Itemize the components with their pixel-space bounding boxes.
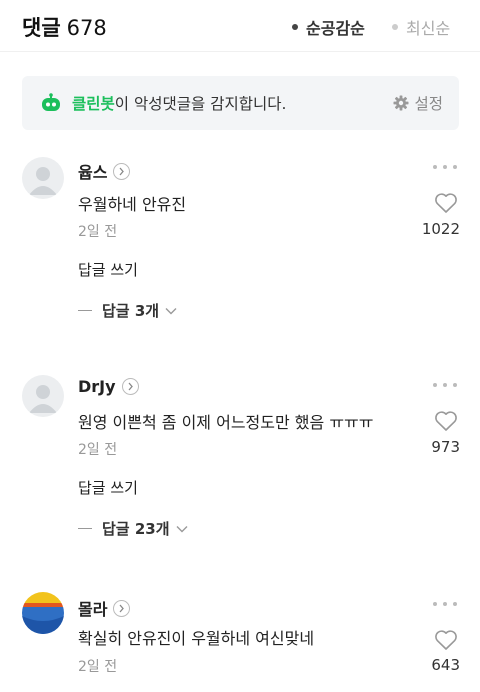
sort-by-likes-label: 순공감순 bbox=[306, 19, 365, 38]
comment-text: 확실히 안유진이 우월하네 여신맞네 bbox=[78, 629, 315, 648]
comment-item: 윱스 우월하네 안유진 2일 전 1022 답글 쓰기 답글 3개 bbox=[0, 155, 480, 335]
divider-dash bbox=[78, 310, 92, 311]
like-count: 973 bbox=[431, 438, 460, 456]
nickname[interactable]: DrJy bbox=[78, 377, 116, 396]
view-replies-button[interactable]: 답글 3개 bbox=[78, 300, 177, 321]
heart-icon[interactable] bbox=[434, 192, 458, 214]
chevron-right-icon[interactable] bbox=[113, 162, 131, 180]
comments-count: 678 bbox=[66, 16, 107, 40]
like-count: 643 bbox=[431, 656, 460, 674]
avatar[interactable] bbox=[22, 375, 64, 417]
comment-date: 2일 전 bbox=[78, 442, 118, 458]
comments-title: 댓글 678 bbox=[22, 12, 107, 42]
chevron-down-icon bbox=[165, 307, 177, 314]
settings-label: 설정 bbox=[414, 95, 443, 113]
chevron-down-icon bbox=[176, 525, 187, 532]
cleanbot-message: 클린봇이 악성댓글을 감지합니다. bbox=[72, 92, 286, 114]
inactive-dot-icon bbox=[392, 24, 398, 30]
divider-dash bbox=[78, 528, 92, 529]
nickname-row[interactable]: 몰라 bbox=[78, 596, 131, 620]
nickname-row[interactable]: 윱스 bbox=[78, 159, 131, 183]
comment-text: 우월하네 안유진 bbox=[78, 195, 187, 214]
avatar[interactable] bbox=[22, 157, 64, 199]
comment-item: 몰라 확실히 안유진이 우월하네 여신맞네 2일 전 643 bbox=[0, 592, 480, 692]
default-user-avatar-icon bbox=[29, 167, 57, 195]
sort-by-latest-label: 최신순 bbox=[406, 19, 451, 38]
default-user-avatar-icon bbox=[29, 385, 57, 413]
user-profile-image bbox=[22, 592, 64, 634]
comment-item: DrJy 원영 이쁜척 좀 이제 어느정도만 했음 ㅠㅠㅠ 2일 전 973 답… bbox=[0, 373, 480, 553]
view-replies-button[interactable]: 답글 23개 bbox=[78, 518, 188, 539]
more-options-button[interactable] bbox=[433, 383, 457, 389]
heart-icon[interactable] bbox=[434, 410, 458, 432]
more-options-button[interactable] bbox=[433, 602, 457, 608]
comments-header: 댓글 678 순공감순 최신순 bbox=[0, 0, 480, 52]
avatar[interactable] bbox=[22, 592, 64, 634]
replies-label: 답글 3개 bbox=[102, 302, 160, 320]
nickname-row[interactable]: DrJy bbox=[78, 377, 139, 396]
nickname[interactable]: 몰라 bbox=[78, 596, 107, 620]
cleanbot-message-text: 이 악성댓글을 감지합니다. bbox=[114, 95, 287, 113]
nickname[interactable]: 윱스 bbox=[78, 159, 107, 183]
heart-icon[interactable] bbox=[434, 629, 458, 651]
cleanbot-robot-icon bbox=[42, 93, 60, 111]
replies-label: 답글 23개 bbox=[102, 520, 170, 538]
cleanbot-banner: 클린봇이 악성댓글을 감지합니다. 설정 bbox=[22, 76, 459, 130]
chevron-right-icon[interactable] bbox=[113, 599, 131, 617]
cleanbot-brand[interactable]: 클린봇 bbox=[72, 95, 115, 113]
more-options-button[interactable] bbox=[433, 165, 457, 171]
sort-by-likes-tab[interactable]: 순공감순 bbox=[292, 15, 365, 39]
comments-title-label: 댓글 bbox=[22, 16, 61, 40]
comment-date: 2일 전 bbox=[78, 224, 118, 240]
gear-icon bbox=[393, 95, 409, 111]
comment-date: 2일 전 bbox=[78, 659, 118, 675]
comment-text: 원영 이쁜척 좀 이제 어느정도만 했음 ㅠㅠㅠ bbox=[78, 413, 374, 432]
chevron-right-icon[interactable] bbox=[121, 378, 139, 395]
write-reply-button[interactable]: 답글 쓰기 bbox=[78, 259, 138, 280]
write-reply-button[interactable]: 답글 쓰기 bbox=[78, 477, 138, 498]
active-dot-icon bbox=[292, 24, 298, 30]
sort-by-latest-tab[interactable]: 최신순 bbox=[392, 15, 450, 39]
cleanbot-settings-button[interactable]: 설정 bbox=[393, 92, 443, 114]
like-count: 1022 bbox=[421, 220, 460, 238]
